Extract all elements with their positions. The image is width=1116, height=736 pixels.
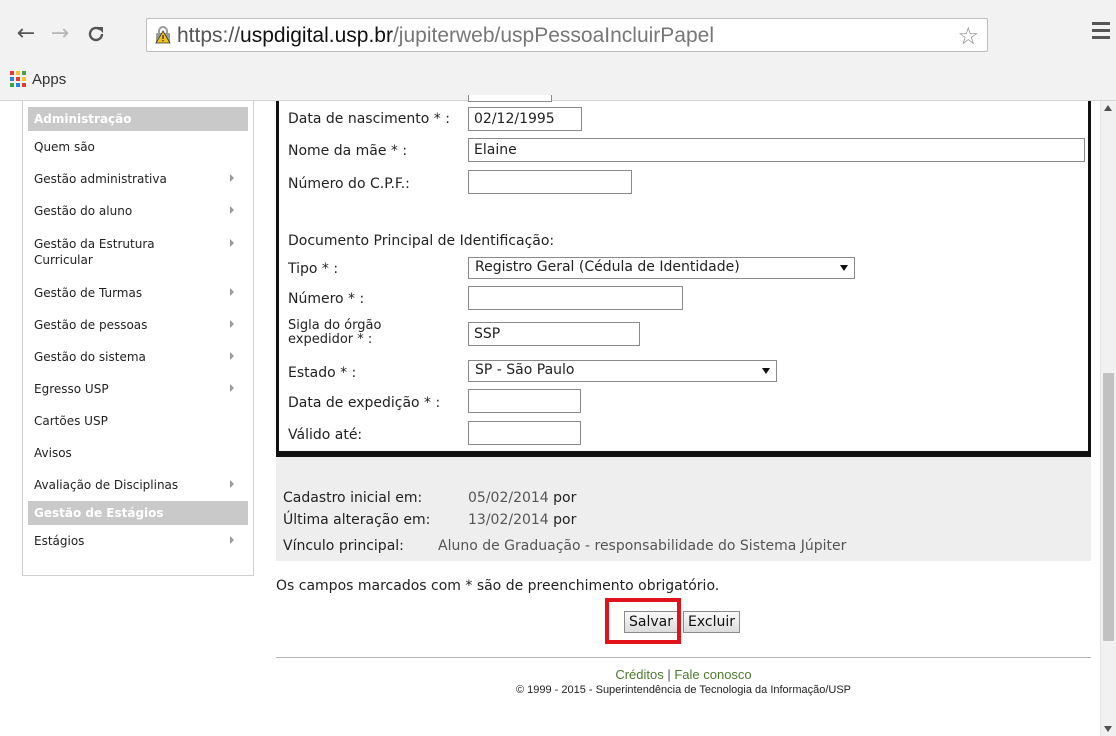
estado-label: Estado * : bbox=[288, 365, 357, 381]
person-form: Data de nascimento * : Nome da mãe * : N… bbox=[276, 95, 1091, 454]
sidebar-item-estagios[interactable]: Estágios bbox=[28, 525, 248, 557]
sidebar-header-estagios: Gestão de Estágios bbox=[28, 501, 248, 525]
apps-label: Apps bbox=[32, 70, 67, 88]
sidebar-item-avisos[interactable]: Avisos bbox=[28, 437, 248, 469]
record-info: Cadastro inicial em: 05/02/2014 por Últi… bbox=[276, 457, 1091, 561]
bookmark-apps[interactable]: Apps bbox=[10, 66, 66, 92]
sidebar-item-avaliacao[interactable]: Avaliação de Disciplinas bbox=[28, 469, 248, 501]
submenu-arrow-icon bbox=[230, 174, 234, 182]
submenu-arrow-icon bbox=[230, 239, 234, 247]
alteracao-value: 13/02/2014 por bbox=[468, 512, 577, 528]
reload-icon[interactable] bbox=[84, 22, 108, 46]
save-highlight-box bbox=[605, 598, 681, 644]
delete-button[interactable]: Excluir bbox=[683, 611, 740, 633]
url-text: https://uspdigital.usp.br/jupiterweb/usp… bbox=[177, 24, 714, 47]
sigla-input[interactable] bbox=[468, 322, 640, 346]
scroll-down-icon[interactable] bbox=[1104, 726, 1112, 732]
footer-links: Créditos | Fale conosco bbox=[615, 667, 752, 682]
numero-input[interactable] bbox=[468, 286, 683, 310]
sidebar-menu: Administração Quem são Gestão administra… bbox=[22, 101, 254, 576]
cpf-label: Número do C.P.F.: bbox=[288, 176, 410, 192]
dropdown-arrow-icon bbox=[840, 265, 848, 271]
address-bar[interactable]: https://uspdigital.usp.br/jupiterweb/usp… bbox=[146, 18, 988, 52]
doc-section-label: Documento Principal de Identificação: bbox=[288, 233, 555, 249]
sidebar-item-gestao-turmas[interactable]: Gestão de Turmas bbox=[28, 277, 248, 309]
sidebar-item-gestao-administrativa[interactable]: Gestão administrativa bbox=[28, 163, 248, 195]
mother-name-input[interactable] bbox=[468, 138, 1085, 162]
apps-grid-icon bbox=[10, 71, 26, 87]
field-above-cutoff bbox=[468, 95, 552, 102]
expedicao-label: Data de expedição * : bbox=[288, 395, 441, 411]
submenu-arrow-icon bbox=[230, 384, 234, 392]
footer-divider bbox=[276, 657, 1091, 658]
forward-arrow-icon[interactable]: → bbox=[48, 22, 72, 46]
valido-input[interactable] bbox=[468, 421, 581, 445]
page-content: Administração Quem são Gestão administra… bbox=[0, 95, 1100, 736]
submenu-arrow-icon bbox=[230, 320, 234, 328]
required-fields-note: Os campos marcados com * são de preenchi… bbox=[276, 578, 720, 594]
mother-label: Nome da mãe * : bbox=[288, 143, 408, 159]
chrome-menu-icon[interactable] bbox=[1092, 22, 1110, 42]
submenu-arrow-icon bbox=[230, 352, 234, 360]
sidebar-item-gestao-estrutura[interactable]: Gestão da Estrutura Curricular bbox=[28, 227, 248, 277]
sigla-label: Sigla do órgão expedidor * : bbox=[288, 318, 382, 347]
scroll-up-icon[interactable] bbox=[1104, 105, 1112, 111]
sidebar-item-gestao-aluno[interactable]: Gestão do aluno bbox=[28, 195, 248, 227]
sidebar-header-admin: Administração bbox=[28, 107, 248, 131]
valido-label: Válido até: bbox=[288, 427, 363, 443]
tipo-label: Tipo * : bbox=[288, 261, 339, 277]
copyright-text: © 1999 - 2015 - Superintendência de Tecn… bbox=[515, 684, 852, 696]
cpf-input[interactable] bbox=[468, 170, 632, 194]
tipo-select[interactable]: Registro Geral (Cédula de Identidade) bbox=[468, 257, 855, 279]
dropdown-arrow-icon bbox=[762, 368, 770, 374]
expedicao-input[interactable] bbox=[468, 389, 581, 413]
sidebar-item-gestao-pessoas[interactable]: Gestão de pessoas bbox=[28, 309, 248, 341]
numero-label: Número * : bbox=[288, 291, 365, 307]
bookmark-star-icon[interactable]: ☆ bbox=[957, 22, 979, 50]
birth-label: Data de nascimento * : bbox=[288, 111, 450, 127]
cadastro-label: Cadastro inicial em: bbox=[283, 490, 423, 506]
vertical-scrollbar[interactable] bbox=[1100, 101, 1116, 736]
estado-select[interactable]: SP - São Paulo bbox=[468, 360, 777, 382]
submenu-arrow-icon bbox=[230, 288, 234, 296]
sidebar-item-gestao-sistema[interactable]: Gestão do sistema bbox=[28, 341, 248, 373]
birth-date-input[interactable] bbox=[468, 107, 582, 131]
cadastro-value: 05/02/2014 por bbox=[468, 490, 577, 506]
alteracao-label: Última alteração em: bbox=[283, 512, 431, 528]
vinculo-label: Vínculo principal: bbox=[283, 538, 404, 554]
browser-toolbar: ← → https://uspdigital.usp.br/jupiterweb… bbox=[0, 0, 1116, 101]
sidebar-item-egresso[interactable]: Egresso USP bbox=[28, 373, 248, 405]
scroll-thumb[interactable] bbox=[1103, 373, 1114, 641]
submenu-arrow-icon bbox=[230, 480, 234, 488]
lock-warning-icon bbox=[155, 26, 171, 44]
vinculo-value: Aluno de Graduação - responsabilidade do… bbox=[438, 538, 847, 554]
back-arrow-icon[interactable]: ← bbox=[14, 22, 38, 46]
creditos-link[interactable]: Créditos bbox=[615, 667, 663, 682]
sidebar-item-cartoes[interactable]: Cartões USP bbox=[28, 405, 248, 437]
fale-conosco-link[interactable]: Fale conosco bbox=[674, 667, 751, 682]
submenu-arrow-icon bbox=[230, 536, 234, 544]
submenu-arrow-icon bbox=[230, 206, 234, 214]
sidebar-item-quem-sao[interactable]: Quem são bbox=[28, 131, 248, 163]
